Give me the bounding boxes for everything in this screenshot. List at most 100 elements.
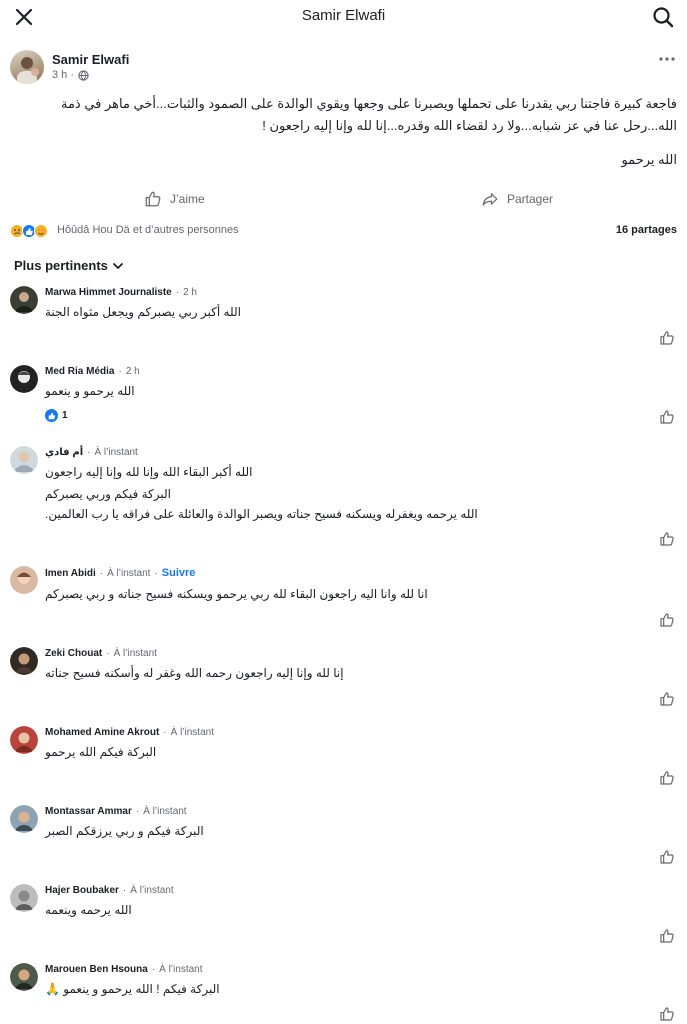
dot-separator: · [151, 964, 156, 975]
comment-text: البركة فيكم ! الله يرحمو و ينعمو 🙏 [45, 982, 220, 996]
avatar[interactable] [10, 446, 38, 474]
comment-time: 2 h [125, 366, 140, 377]
shares-count[interactable]: 16 partages [616, 224, 677, 236]
follow-button[interactable]: Suivre [162, 567, 196, 579]
avatar[interactable] [10, 286, 38, 314]
comment-time: À l’instant [143, 806, 187, 817]
comment-time: 2 h [183, 287, 197, 298]
dot-separator: · [99, 567, 104, 579]
comment-header: Imen Abidi · À l’instant · Suivre [45, 567, 195, 579]
comment-text: انا لله وانا اليه راجعون البقاء لله ربي … [45, 587, 428, 601]
comment-text: الله يرحمه وينعمه [45, 903, 132, 917]
comment: أم فادي · À l’instant الله أكبر البقاء ا… [10, 446, 677, 550]
comment-author[interactable]: Imen Abidi [45, 568, 96, 579]
like-label: J’aime [170, 192, 205, 206]
comment-text: البركة فيكم وربي يصبركم [45, 487, 171, 501]
comment: Montassar Ammar · À l’instant البركة فيك… [10, 805, 677, 867]
comment-header: Mohamed Amine Akrout · À l’instant [45, 727, 214, 738]
comment-header: Marouen Ben Hsouna · À l’instant [45, 964, 203, 975]
comment: Imen Abidi · À l’instant · Suivre انا لل… [10, 566, 677, 628]
comment-author[interactable]: أم فادي [45, 447, 83, 458]
comment-time: À l’instant [113, 648, 157, 659]
comment-author[interactable]: Mohamed Amine Akrout [45, 727, 159, 738]
dot-separator: · [163, 727, 167, 738]
like-icon[interactable] [659, 691, 675, 707]
post-text-secondary: الله يرحمو [621, 152, 677, 167]
reaction-icons [10, 224, 48, 238]
avatar[interactable] [10, 50, 44, 84]
reaction-names: Hôûdâ Hou Dä et d’autres personnes [57, 224, 239, 236]
share-label: Partager [507, 192, 554, 206]
comment-author[interactable]: Marouen Ben Hsouna [45, 964, 148, 975]
comment-text: إنا لله وإنا إليه راجعون رحمه الله وغفر … [45, 666, 344, 680]
dot-separator: · [175, 287, 180, 298]
avatar[interactable] [10, 566, 38, 594]
comment-text: الله أكبر البقاء الله وإنا لله وإنا إليه… [45, 465, 253, 479]
comment-text: البركة فيكم و ربي يرزقكم الصبر [45, 824, 204, 838]
dot-separator: · [87, 447, 91, 458]
comment-text: البركة فيكم الله يرحمو [45, 745, 157, 759]
comment: Mohamed Amine Akrout · À l’instant البرك… [10, 726, 677, 788]
dot-separator: · [122, 885, 127, 896]
chevron-down-icon [113, 262, 123, 269]
reaction-count: 1 [62, 410, 68, 421]
like-icon[interactable] [659, 612, 675, 628]
dot-separator: · [106, 648, 110, 659]
avatar[interactable] [10, 884, 38, 912]
comment-time: À l’instant [130, 885, 174, 896]
avatar[interactable] [10, 963, 38, 991]
thumbs-up-icon [145, 191, 161, 207]
avatar[interactable] [10, 647, 38, 675]
comment-header: Montassar Ammar · À l’instant [45, 806, 187, 817]
dot-separator: · [135, 806, 140, 817]
comment: Marwa Himmet Journaliste · 2 h الله أكبر… [10, 286, 677, 348]
avatar[interactable] [10, 726, 38, 754]
more-options-icon[interactable] [657, 52, 677, 66]
share-button[interactable]: Partager [481, 188, 553, 210]
like-button[interactable]: J’aime [144, 188, 205, 210]
comment: Hajer Boubaker · À l’instant الله يرحمه … [10, 884, 677, 946]
comment-header: Hajer Boubaker · À l’instant [45, 885, 174, 896]
post-author[interactable]: Samir Elwafi [52, 52, 129, 67]
comment-header: Med Ria Média · 2 h [45, 366, 140, 377]
avatar[interactable] [10, 365, 38, 393]
globe-icon [78, 69, 89, 81]
comment-author[interactable]: Marwa Himmet Journaliste [45, 287, 172, 298]
like-icon[interactable] [659, 1006, 675, 1022]
comment-author[interactable]: Med Ria Média [45, 366, 114, 377]
dot-separator: · [118, 366, 122, 377]
reactions-summary[interactable]: Hôûdâ Hou Dä et d’autres personnes 16 pa… [10, 222, 677, 240]
comment-text: الله يرحمو و ينعمو [45, 384, 135, 398]
post-meta: 3 h · [52, 69, 89, 81]
comment-time: À l’instant [94, 447, 138, 458]
comment-text: الله أكبر ربي يصبركم ويجعل مثواه الجنة [45, 305, 241, 319]
comment: Zeki Chouat · À l’instant إنا لله وإنا إ… [10, 647, 677, 709]
comment: Med Ria Média · 2 h الله يرحمو و ينعمو 1 [10, 365, 677, 427]
search-icon[interactable] [651, 5, 675, 29]
like-icon[interactable] [659, 409, 675, 425]
comment-time: À l’instant [107, 567, 151, 579]
comment-time: À l’instant [159, 964, 203, 975]
like-icon[interactable] [659, 531, 675, 547]
comment-reactions[interactable]: 1 [45, 409, 68, 422]
comment-author[interactable]: Montassar Ammar [45, 806, 132, 817]
like-icon[interactable] [659, 849, 675, 865]
comment-sort-dropdown[interactable]: Plus pertinents [14, 258, 124, 273]
page-title: Samir Elwafi [301, 7, 386, 24]
comment-header: Zeki Chouat · À l’instant [45, 648, 157, 659]
comment: Marouen Ben Hsouna · À l’instant البركة … [10, 963, 677, 1024]
avatar[interactable] [10, 805, 38, 833]
like-icon[interactable] [659, 330, 675, 346]
comment-author[interactable]: Hajer Boubaker [45, 885, 119, 896]
like-reaction-icon [45, 409, 58, 422]
comment-text: الله يرحمه ويغفرله ويسكنه فسيح جناته ويص… [45, 507, 478, 521]
dot-separator: · [154, 567, 158, 579]
share-icon [482, 193, 498, 206]
comment-author[interactable]: Zeki Chouat [45, 648, 102, 659]
comment-time: À l’instant [170, 727, 214, 738]
like-icon[interactable] [659, 928, 675, 944]
like-icon[interactable] [659, 770, 675, 786]
post-text: فاجعة كبيرة فاجتنا ربي يقدرنا على تحملها… [60, 96, 677, 133]
top-bar: Samir Elwafi [0, 0, 687, 34]
comment-header: أم فادي · À l’instant [45, 447, 138, 458]
